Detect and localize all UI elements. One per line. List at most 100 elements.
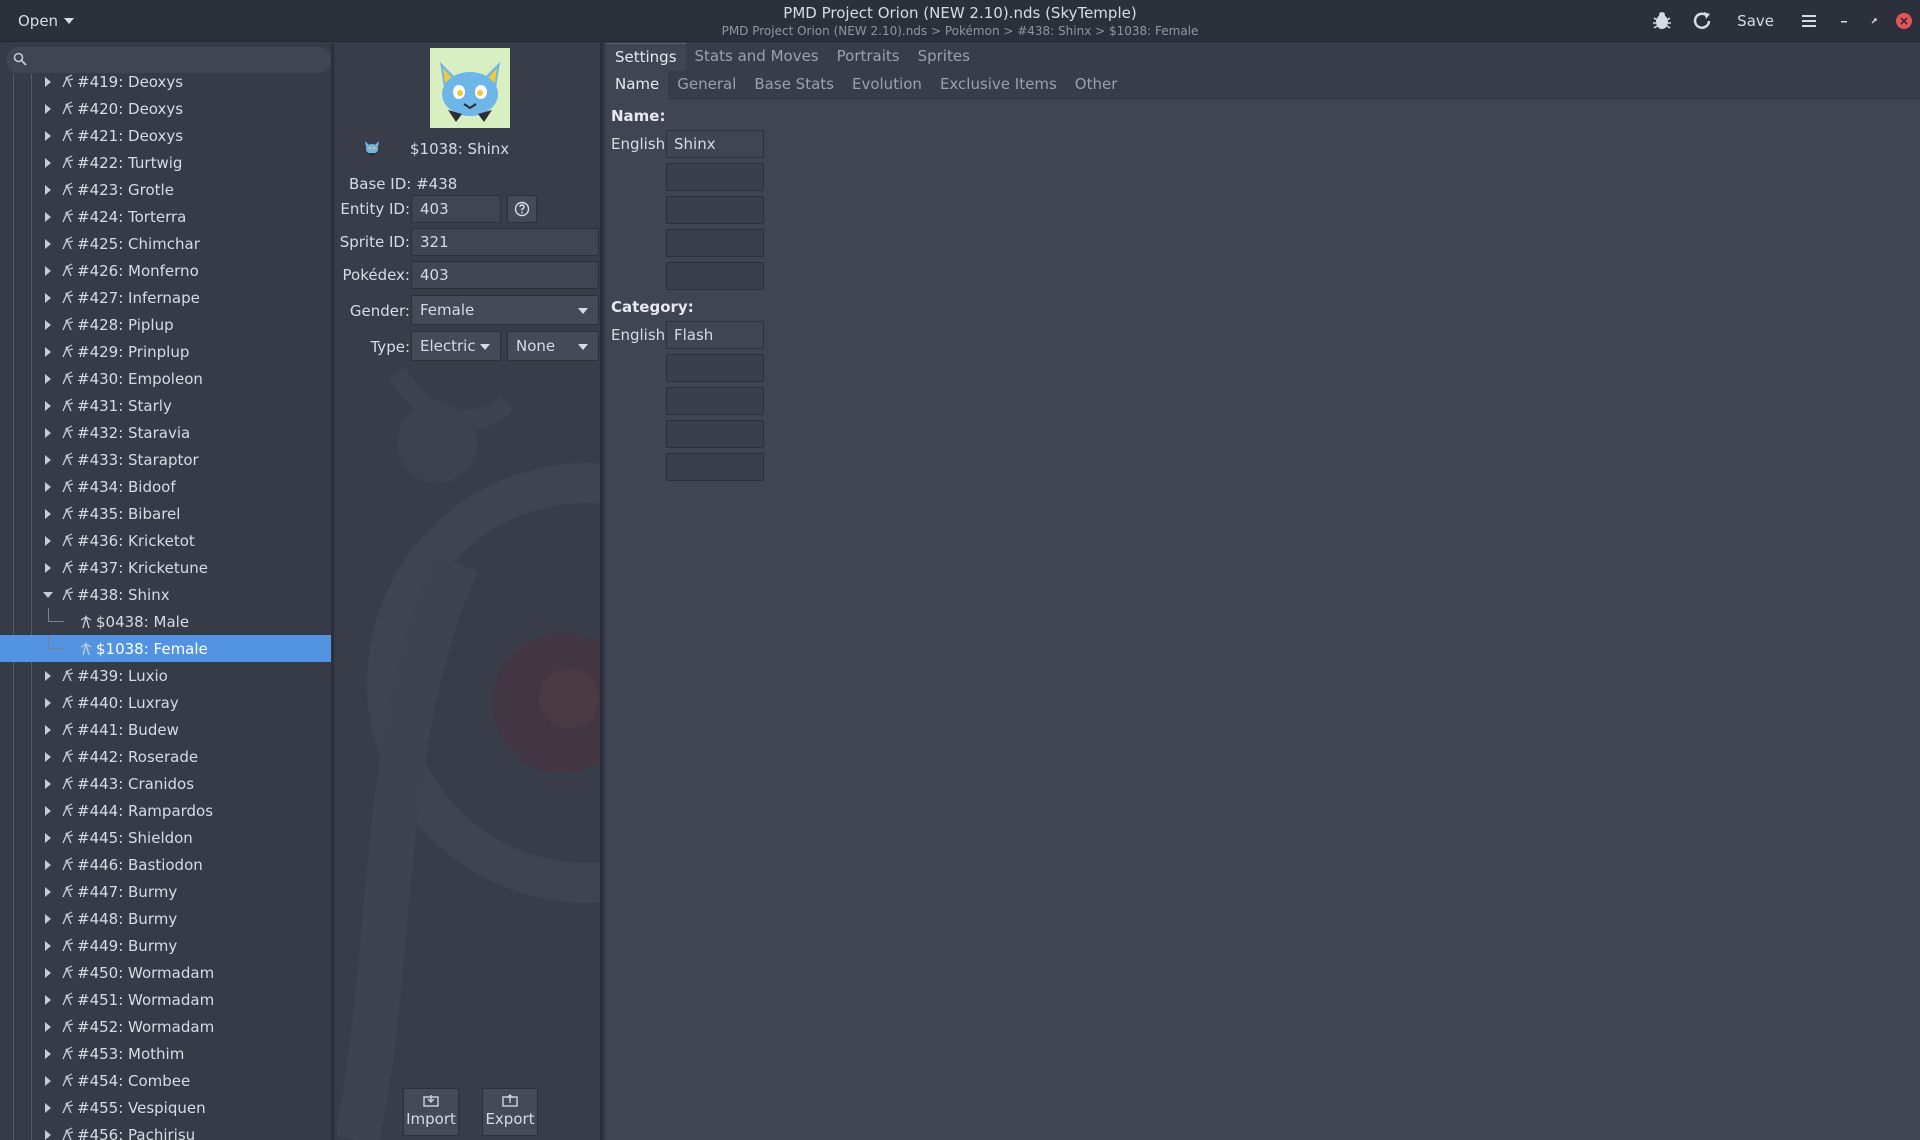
tree-item[interactable]: #445: Shieldon	[0, 824, 331, 851]
expander-closed-icon[interactable]	[45, 994, 51, 1005]
expander-closed-icon[interactable]	[45, 211, 51, 222]
entity-id-help-button[interactable]	[507, 195, 537, 223]
tree-item[interactable]: #440: Luxray	[0, 689, 331, 716]
debug-bug-icon[interactable]	[1649, 8, 1675, 34]
tree-item[interactable]: #432: Staravia	[0, 419, 331, 446]
tree-item[interactable]: #434: Bidoof	[0, 473, 331, 500]
expander-closed-icon[interactable]	[45, 373, 51, 384]
tree-item[interactable]: #453: Mothim	[0, 1040, 331, 1067]
expander-closed-icon[interactable]	[45, 427, 51, 438]
hamburger-menu-icon[interactable]	[1796, 8, 1822, 34]
expander-closed-icon[interactable]	[45, 481, 51, 492]
tab-exclusive-items[interactable]: Exclusive Items	[931, 71, 1066, 99]
expander-closed-icon[interactable]	[45, 1048, 51, 1059]
tree-item[interactable]: #425: Chimchar	[0, 230, 331, 257]
expander-closed-icon[interactable]	[45, 319, 51, 330]
tree-item[interactable]: #422: Turtwig	[0, 149, 331, 176]
type2-dropdown[interactable]: None	[507, 331, 599, 361]
expander-closed-icon[interactable]	[45, 859, 51, 870]
tree-child-item[interactable]: $1038: Female	[0, 635, 331, 662]
tree-item[interactable]: #449: Burmy	[0, 932, 331, 959]
entity-id-field[interactable]: 403	[411, 195, 501, 223]
tree-item[interactable]: #435: Bibarel	[0, 500, 331, 527]
tree-item[interactable]: #448: Burmy	[0, 905, 331, 932]
tree-item[interactable]: #420: Deoxys	[0, 95, 331, 122]
tree-item[interactable]: #436: Kricketot	[0, 527, 331, 554]
tree-item[interactable]: #428: Piplup	[0, 311, 331, 338]
expander-closed-icon[interactable]	[45, 1021, 51, 1032]
expander-closed-icon[interactable]	[45, 346, 51, 357]
name-lang-field[interactable]	[666, 262, 764, 290]
tree-item[interactable]: #426: Monferno	[0, 257, 331, 284]
tree-item[interactable]: #438: Shinx	[0, 581, 331, 608]
minimize-icon[interactable]	[1836, 13, 1852, 29]
expander-closed-icon[interactable]	[45, 913, 51, 924]
tree-item[interactable]: #451: Wormadam	[0, 986, 331, 1013]
tab-sprites[interactable]: Sprites	[909, 43, 979, 71]
tree-item[interactable]: #437: Kricketune	[0, 554, 331, 581]
category-lang-field[interactable]	[666, 453, 764, 481]
expander-closed-icon[interactable]	[45, 751, 51, 762]
tree-item[interactable]: #450: Wormadam	[0, 959, 331, 986]
expander-closed-icon[interactable]	[45, 670, 51, 681]
tab-name[interactable]: Name	[606, 71, 669, 99]
type1-dropdown[interactable]: Electric	[411, 331, 501, 361]
close-icon[interactable]	[1896, 13, 1912, 29]
pokedex-field[interactable]: 403	[411, 261, 599, 289]
expander-closed-icon[interactable]	[45, 1129, 51, 1140]
name-lang-field[interactable]	[666, 196, 764, 224]
tree-item[interactable]: #447: Burmy	[0, 878, 331, 905]
tree-item[interactable]: #424: Torterra	[0, 203, 331, 230]
expander-closed-icon[interactable]	[45, 454, 51, 465]
tree-item[interactable]: #455: Vespiquen	[0, 1094, 331, 1121]
expander-closed-icon[interactable]	[45, 1075, 51, 1086]
expander-closed-icon[interactable]	[45, 400, 51, 411]
expander-closed-icon[interactable]	[45, 778, 51, 789]
tree-item[interactable]: #419: Deoxys	[0, 68, 331, 95]
category-lang-field[interactable]	[666, 354, 764, 382]
save-button[interactable]: Save	[1729, 12, 1782, 30]
expander-closed-icon[interactable]	[45, 76, 51, 87]
sprite-id-field[interactable]: 321	[411, 228, 599, 256]
tree-item[interactable]: #431: Starly	[0, 392, 331, 419]
name-lang-field[interactable]	[666, 229, 764, 257]
tab-other[interactable]: Other	[1066, 71, 1127, 99]
expander-closed-icon[interactable]	[45, 967, 51, 978]
import-button[interactable]: Import	[403, 1088, 459, 1136]
tree-item[interactable]: #446: Bastiodon	[0, 851, 331, 878]
expander-closed-icon[interactable]	[45, 157, 51, 168]
export-button[interactable]: Export	[482, 1088, 538, 1136]
expander-closed-icon[interactable]	[45, 805, 51, 816]
tree-item[interactable]: #444: Rampardos	[0, 797, 331, 824]
expander-closed-icon[interactable]	[45, 292, 51, 303]
maximize-icon[interactable]	[1866, 13, 1882, 29]
name-english-field[interactable]: Shinx	[666, 130, 764, 158]
expander-closed-icon[interactable]	[45, 1102, 51, 1113]
tree-item[interactable]: #442: Roserade	[0, 743, 331, 770]
category-lang-field[interactable]	[666, 420, 764, 448]
name-lang-field[interactable]	[666, 163, 764, 191]
tree-item[interactable]: #443: Cranidos	[0, 770, 331, 797]
expander-closed-icon[interactable]	[45, 508, 51, 519]
gender-dropdown[interactable]: Female	[411, 295, 599, 325]
expander-closed-icon[interactable]	[45, 103, 51, 114]
reload-icon[interactable]	[1689, 8, 1715, 34]
expander-closed-icon[interactable]	[45, 562, 51, 573]
expander-closed-icon[interactable]	[45, 724, 51, 735]
expander-closed-icon[interactable]	[45, 697, 51, 708]
tree-item[interactable]: #429: Prinplup	[0, 338, 331, 365]
expander-closed-icon[interactable]	[45, 886, 51, 897]
tree-item[interactable]: #423: Grotle	[0, 176, 331, 203]
expander-closed-icon[interactable]	[45, 535, 51, 546]
tree-item[interactable]: #441: Budew	[0, 716, 331, 743]
tree-item[interactable]: #427: Infernape	[0, 284, 331, 311]
expander-closed-icon[interactable]	[45, 130, 51, 141]
category-lang-field[interactable]	[666, 387, 764, 415]
expander-open-icon[interactable]	[43, 591, 53, 598]
tree-item[interactable]: #454: Combee	[0, 1067, 331, 1094]
tab-general[interactable]: General	[668, 71, 745, 99]
expander-closed-icon[interactable]	[45, 184, 51, 195]
expander-closed-icon[interactable]	[45, 238, 51, 249]
tree-item[interactable]: #430: Empoleon	[0, 365, 331, 392]
expander-closed-icon[interactable]	[45, 832, 51, 843]
